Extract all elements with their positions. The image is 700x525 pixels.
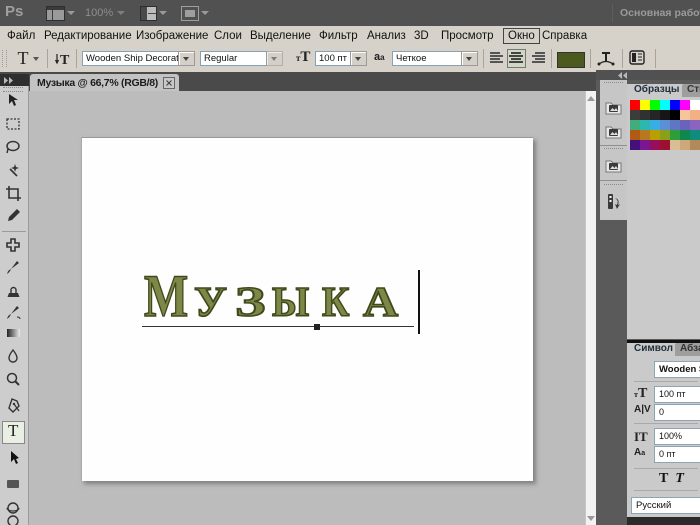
svg-text:T: T [60,53,70,67]
